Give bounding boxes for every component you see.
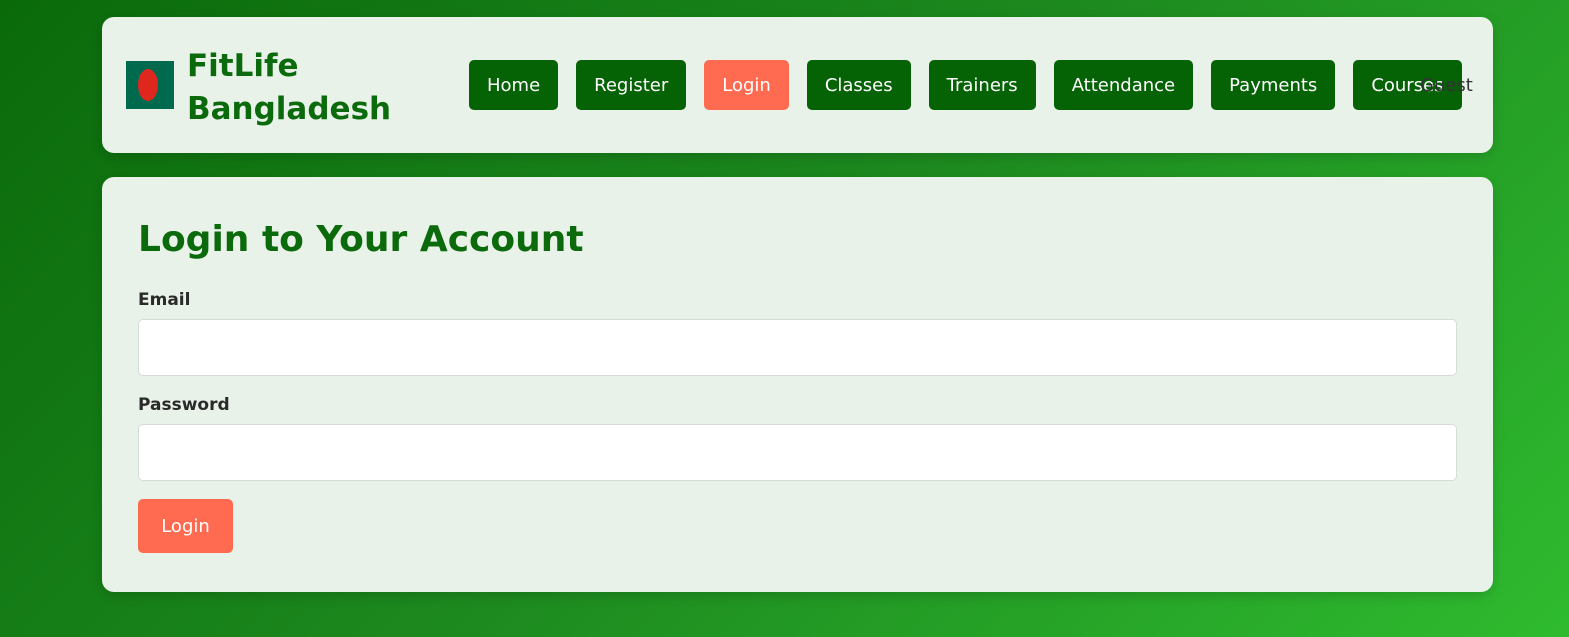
nav-payments-button[interactable]: Payments	[1211, 60, 1336, 110]
brand-name: FitLife Bangladesh	[187, 45, 407, 131]
password-field[interactable]	[138, 424, 1457, 481]
email-label: Email	[138, 290, 191, 310]
brand[interactable]: FitLife Bangladesh	[126, 45, 407, 131]
bangladesh-flag-icon	[126, 61, 174, 109]
password-label: Password	[138, 395, 230, 415]
email-field[interactable]	[138, 319, 1457, 376]
login-submit-button[interactable]: Login	[138, 499, 233, 553]
login-card: Login to Your Account Email Password Log…	[102, 177, 1493, 592]
main-nav: Home Register Login Classes Trainers Att…	[469, 60, 1462, 110]
nav-trainers-button[interactable]: Trainers	[928, 60, 1036, 110]
brand-name-line1: FitLife	[187, 48, 299, 84]
nav-classes-button[interactable]: Classes	[806, 60, 911, 110]
nav-attendance-button[interactable]: Attendance	[1053, 60, 1194, 110]
nav-register-button[interactable]: Register	[576, 60, 687, 110]
user-status-label: Guest	[1420, 75, 1473, 96]
brand-name-line2: Bangladesh	[187, 91, 392, 127]
flag-red-disc	[138, 69, 158, 101]
nav-login-button[interactable]: Login	[704, 60, 789, 110]
login-title: Login to Your Account	[138, 219, 584, 260]
site-header: FitLife Bangladesh Home Register Login C…	[102, 17, 1493, 153]
nav-home-button[interactable]: Home	[469, 60, 559, 110]
